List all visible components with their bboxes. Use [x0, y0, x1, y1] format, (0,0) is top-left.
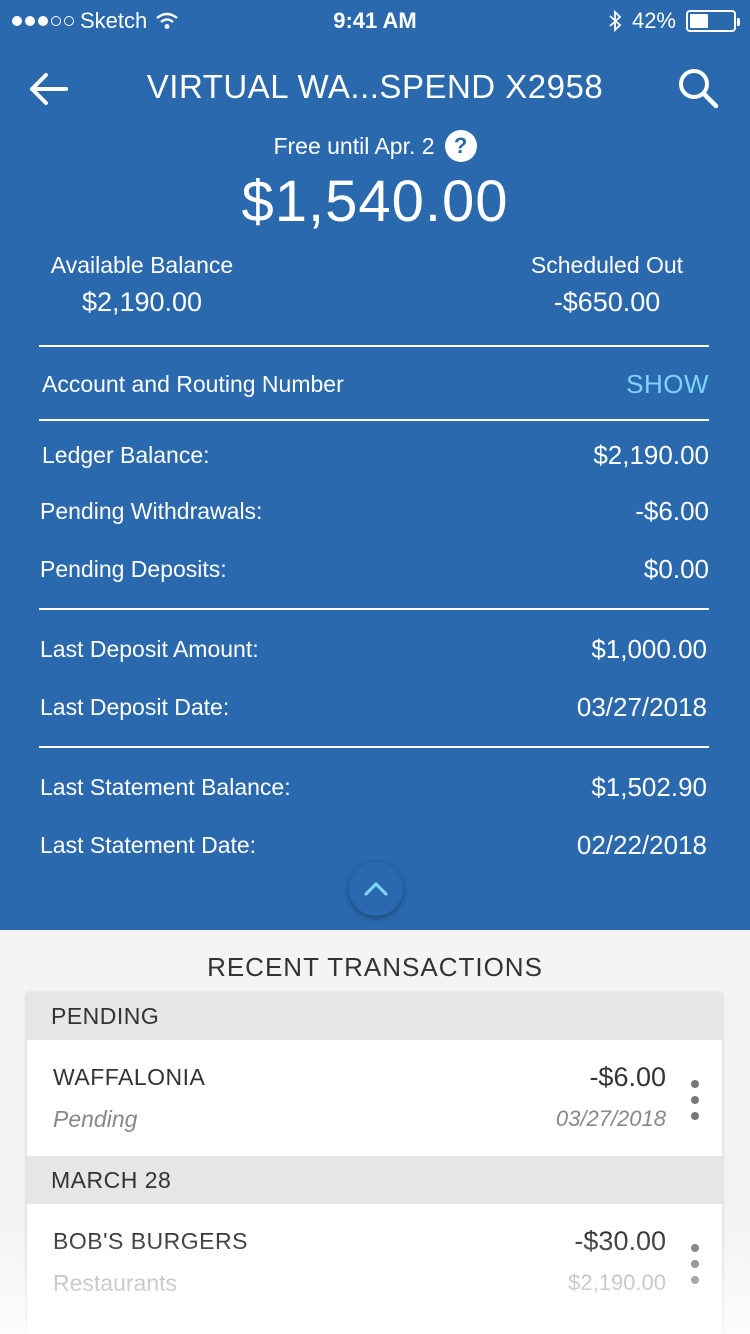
divider — [39, 345, 709, 347]
last-deposit-amount-row: Last Deposit Amount: $1,000.00 — [40, 632, 707, 666]
transaction-amount: -$30.00 — [574, 1226, 666, 1256]
chevron-up-icon — [364, 882, 388, 896]
more-options-icon[interactable] — [690, 1244, 700, 1284]
transactions-card: PENDING WAFFALONIA Pending -$6.00 03/27/… — [27, 992, 722, 1334]
recent-transactions-title: RECENT TRANSACTIONS — [207, 952, 543, 982]
last-deposit-date-row: Last Deposit Date: 03/27/2018 — [40, 690, 707, 724]
account-routing-label: Account and Routing Number — [42, 370, 344, 397]
battery-icon — [686, 10, 740, 32]
pending-deposits-value: $0.00 — [643, 553, 709, 584]
collapse-details-button[interactable] — [349, 862, 403, 916]
scheduled-out-label: Scheduled Out — [530, 252, 684, 278]
available-balance-value: $2,190.00 — [81, 287, 203, 317]
available-balance-label: Available Balance — [50, 252, 234, 278]
show-account-number-link[interactable]: SHOW — [626, 369, 709, 400]
last-statement-balance-value: $1,502.90 — [591, 771, 707, 802]
back-arrow-icon[interactable] — [24, 64, 74, 114]
scheduled-out-value: -$650.00 — [553, 287, 661, 317]
pending-withdrawals-row: Pending Withdrawals: -$6.00 — [40, 494, 709, 528]
divider — [39, 608, 709, 610]
last-statement-date-value: 02/22/2018 — [576, 829, 707, 860]
help-icon[interactable]: ? — [444, 130, 477, 162]
last-statement-balance-label: Last Statement Balance: — [40, 773, 291, 800]
pending-deposits-label: Pending Deposits: — [40, 555, 227, 582]
transaction-amount: -$6.00 — [589, 1062, 666, 1092]
available-balance: Available Balance $2,190.00 — [42, 252, 242, 318]
main-balance: $1,540.00 — [241, 169, 509, 234]
search-icon[interactable] — [674, 64, 722, 112]
transaction-category: Restaurants — [53, 1270, 178, 1296]
status-right: 42% — [608, 8, 740, 34]
more-options-icon[interactable] — [690, 1080, 700, 1120]
transaction-date: 03/27/2018 — [555, 1106, 666, 1131]
last-statement-date-label: Last Statement Date: — [40, 831, 257, 858]
page-title: VIRTUAL WA...SPEND X2958 — [146, 68, 604, 105]
divider — [39, 419, 709, 421]
pending-withdrawals-value: -$6.00 — [635, 495, 709, 526]
status-bar: Sketch 9:41 AM 42% — [0, 0, 750, 40]
scheduled-out: Scheduled Out -$650.00 — [522, 252, 692, 318]
account-header: Sketch 9:41 AM 42% VIRTUAL WA...SPEND X2… — [0, 0, 750, 930]
last-deposit-date-value: 03/27/2018 — [576, 691, 707, 722]
transaction-row[interactable]: BOB'S BURGERS Restaurants -$30.00 $2,190… — [27, 1204, 722, 1320]
free-until-text: Free until Apr. 2 — [273, 132, 435, 159]
ledger-balance-row: Ledger Balance: $2,190.00 — [42, 438, 709, 472]
divider — [39, 746, 709, 748]
ledger-balance-label: Ledger Balance: — [42, 441, 210, 468]
battery-percent: 42% — [631, 8, 676, 33]
nav-bar: VIRTUAL WA...SPEND X2958 — [0, 58, 750, 118]
ledger-balance-value: $2,190.00 — [593, 439, 709, 470]
account-routing-row: Account and Routing Number SHOW — [42, 367, 709, 401]
section-header-march-28: MARCH 28 — [27, 1156, 722, 1204]
free-until-row: Free until Apr. 2 ? — [0, 130, 750, 162]
pending-deposits-row: Pending Deposits: $0.00 — [40, 552, 709, 586]
transaction-name: WAFFALONIA — [53, 1064, 206, 1090]
last-deposit-date-label: Last Deposit Date: — [40, 693, 230, 720]
transaction-balance: $2,190.00 — [568, 1270, 666, 1295]
transaction-name: BOB'S BURGERS — [53, 1228, 248, 1254]
section-header-pending: PENDING — [27, 992, 722, 1040]
transaction-row[interactable]: WAFFALONIA Pending -$6.00 03/27/2018 — [27, 1040, 722, 1156]
transaction-status: Pending — [53, 1106, 138, 1132]
bluetooth-icon — [609, 10, 622, 32]
last-statement-date-row: Last Statement Date: 02/22/2018 — [40, 828, 707, 862]
last-deposit-amount-label: Last Deposit Amount: — [40, 635, 259, 662]
pending-withdrawals-label: Pending Withdrawals: — [40, 497, 263, 524]
last-statement-balance-row: Last Statement Balance: $1,502.90 — [40, 770, 707, 804]
last-deposit-amount-value: $1,000.00 — [591, 633, 707, 664]
